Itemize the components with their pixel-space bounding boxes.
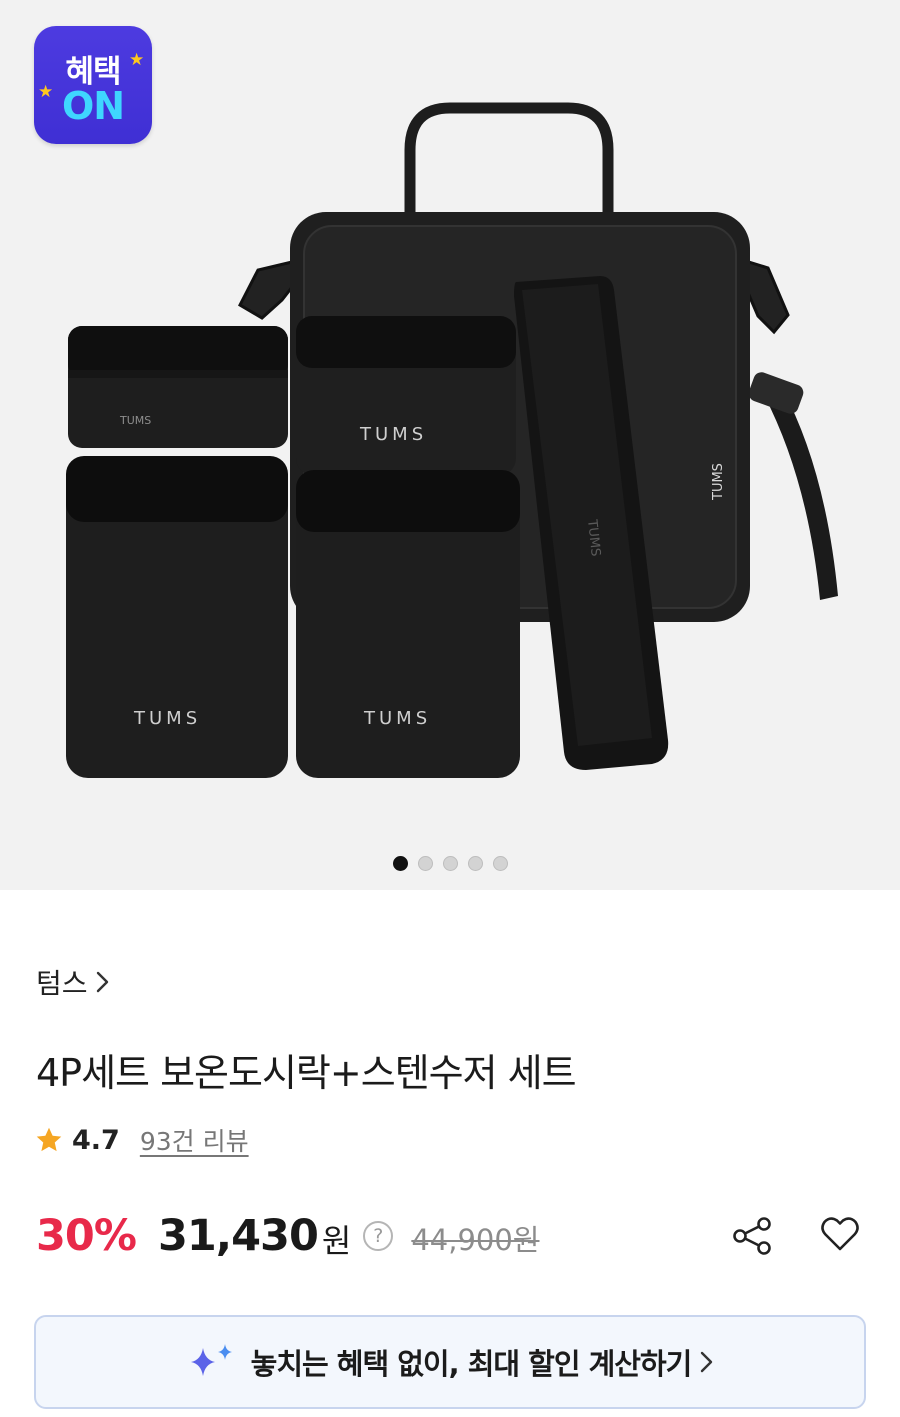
carousel-dot[interactable] [467,856,483,871]
heart-icon[interactable] [818,1212,862,1256]
share-icon[interactable] [730,1214,774,1258]
max-discount-calculator-button[interactable]: 놓치는 혜택 없이, 최대 할인 계산하기 [34,1315,866,1409]
container1-brand-text: TUMS [119,414,151,427]
chevron-right-icon [96,971,108,993]
sparkle-icon [190,1344,232,1376]
star-icon [36,1127,62,1152]
container2-brand-text: TUMS [359,424,427,445]
discount-rate: 30% [36,1211,137,1261]
bag-brand-text: TUMS [711,463,726,501]
carousel-dot[interactable] [492,856,508,871]
product-image-gallery[interactable]: TUMS TUMS TUMS TUMS TUMS TUMS ★ ★ 혜택 ON [0,0,900,890]
review-count-link[interactable]: 93건 리뷰 [140,1122,249,1158]
badge-label-bottom: ON [61,84,125,128]
rating-summary: 4.7 93건 리뷰 [34,1120,249,1160]
original-price: 44,900원 [411,1223,540,1257]
carousel-dot-active[interactable] [392,856,408,871]
sale-price: 31,430 [157,1211,319,1261]
price-help-icon[interactable]: ? [363,1221,394,1251]
brand-name: 텀스 [36,967,88,1000]
brand-link[interactable]: 텀스 [36,962,112,1002]
product-title: 4P세트 보온도시락+스텐수저 세트 [36,1051,577,1095]
benefit-on-badge[interactable]: ★ ★ 혜택 ON [34,26,152,144]
benefit-label: 놓치는 혜택 없이, 최대 할인 계산하기 [250,1347,693,1381]
currency-unit: 원 [321,1222,352,1260]
rating-score: 4.7 [72,1124,120,1156]
carousel-dot[interactable] [417,856,433,871]
chevron-right-icon [701,1351,713,1373]
container4-brand-text: TUMS [363,708,431,729]
carousel-dot[interactable] [442,856,458,871]
carousel-indicator [0,856,900,871]
container3-brand-text: TUMS [133,708,201,729]
price-row: 30% 31,430 원 ? 44,900원 [36,1208,539,1264]
